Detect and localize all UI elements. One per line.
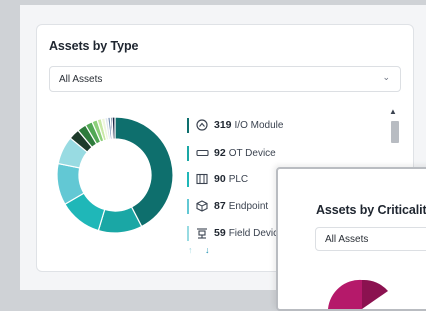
legend-count: 90	[214, 173, 226, 185]
io-module-icon	[195, 118, 209, 132]
legend-label: Field Devic	[228, 227, 279, 239]
endpoint-icon	[195, 199, 209, 213]
legend-sort-arrows: ↑ ↓	[188, 245, 220, 255]
arrow-down-icon[interactable]: ↓	[205, 245, 210, 255]
card-title: Assets by Type	[49, 39, 139, 53]
legend-color-bar	[187, 225, 189, 241]
select-value: All Assets	[59, 74, 103, 85]
legend-label: I/O Module	[234, 119, 284, 131]
plc-icon	[195, 172, 209, 186]
legend-item-endpoint[interactable]: 87 Endpoint	[187, 198, 268, 214]
legend-count: 92	[214, 147, 226, 159]
criticality-slice	[328, 279, 362, 309]
legend-label: Endpoint	[228, 200, 269, 212]
criticality-slice	[362, 279, 388, 309]
scroll-thumb[interactable]	[391, 121, 399, 143]
criticality-filter-select[interactable]: All Assets	[315, 227, 426, 251]
donut-slices	[56, 116, 174, 234]
assets-by-criticality-card: Assets by Criticality All Assets	[276, 167, 426, 311]
card-title: Assets by Criticality	[316, 203, 426, 217]
legend-count: 319	[214, 119, 232, 131]
ot-device-icon	[195, 146, 209, 160]
arrow-up-icon[interactable]: ↑	[188, 245, 193, 255]
assets-by-type-donut-chart	[56, 116, 174, 234]
select-value: All Assets	[325, 234, 369, 245]
criticality-donut-chart	[328, 279, 388, 309]
legend-color-bar	[187, 198, 189, 214]
legend-item-field-device[interactable]: 59 Field Devic	[187, 225, 278, 241]
legend-label: OT Device	[228, 147, 276, 159]
asset-type-filter-select[interactable]: All Assets ⌄	[49, 66, 401, 92]
legend-color-bar	[187, 171, 189, 187]
scroll-up-arrow-icon[interactable]: ▲	[389, 107, 397, 116]
donut-slice-minor[interactable]	[111, 116, 116, 140]
legend-color-bar	[187, 117, 189, 133]
legend-count: 87	[214, 200, 226, 212]
legend-count: 59	[214, 227, 226, 239]
legend-item-plc[interactable]: 90 PLC	[187, 171, 248, 187]
field-device-icon	[195, 226, 209, 240]
legend-item-io-module[interactable]: 319 I/O Module	[187, 117, 283, 133]
legend-item-ot-device[interactable]: 92 OT Device	[187, 145, 276, 161]
legend-color-bar	[187, 145, 189, 161]
chevron-down-icon: ⌄	[382, 72, 390, 82]
legend-label: PLC	[228, 173, 249, 185]
